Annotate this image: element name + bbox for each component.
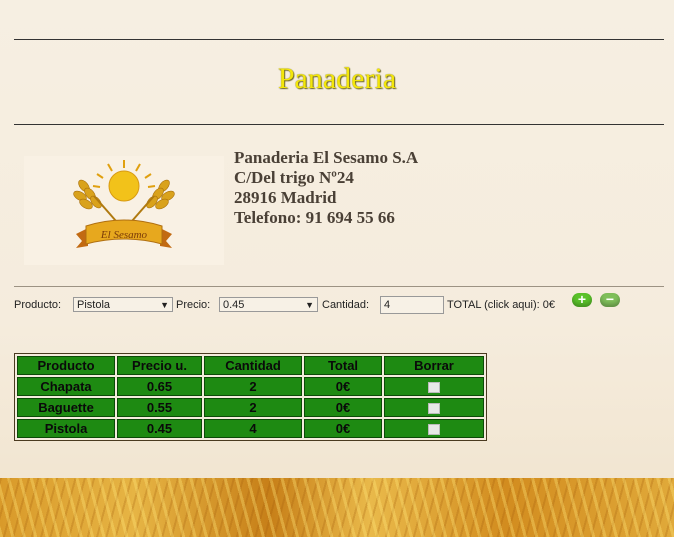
- cell-producto: Baguette: [17, 398, 115, 417]
- cell-precio: 0.55: [117, 398, 202, 417]
- column-header-cantidad: Cantidad: [204, 356, 302, 375]
- top-divider: [14, 39, 664, 40]
- chevron-down-icon: ▼: [305, 300, 314, 310]
- cell-total: 0€: [304, 377, 382, 396]
- cart-table: Producto Precio u. Cantidad Total Borrar…: [14, 353, 487, 441]
- column-header-total: Total: [304, 356, 382, 375]
- add-button[interactable]: +: [572, 291, 592, 307]
- precio-select-value: 0.45: [223, 299, 245, 311]
- company-phone: Telefono: 91 694 55 66: [234, 208, 395, 227]
- producto-select-value: Pistola: [77, 299, 111, 311]
- cell-borrar: [384, 419, 484, 438]
- plus-icon: +: [577, 291, 587, 307]
- total-click-label[interactable]: TOTAL (click aqui): 0€: [447, 299, 555, 311]
- company-info: Panaderia El Sesamo S.A C/Del trigo Nº24…: [234, 148, 418, 228]
- cantidad-label: Cantidad:: [322, 299, 370, 311]
- wheat-background-band: [0, 478, 674, 537]
- producto-select[interactable]: Pistola ▼: [73, 297, 173, 312]
- delete-checkbox[interactable]: [428, 424, 440, 436]
- precio-label: Precio:: [176, 299, 211, 311]
- producto-label: Producto:: [14, 299, 62, 311]
- cell-cantidad: 2: [204, 377, 302, 396]
- cell-borrar: [384, 377, 484, 396]
- delete-checkbox[interactable]: [428, 382, 440, 394]
- cell-producto: Chapata: [17, 377, 115, 396]
- cantidad-input[interactable]: 4: [380, 296, 444, 314]
- table-row: Baguette 0.55 2 0€: [17, 398, 484, 417]
- table-row: Pistola 0.45 4 0€: [17, 419, 484, 438]
- bakery-logo: El Sesamo: [24, 156, 224, 265]
- column-header-producto: Producto: [17, 356, 115, 375]
- cell-producto: Pistola: [17, 419, 115, 438]
- form-divider: [14, 286, 664, 287]
- delete-checkbox[interactable]: [428, 403, 440, 415]
- precio-select[interactable]: 0.45 ▼: [219, 297, 318, 312]
- minus-icon: −: [605, 291, 615, 307]
- remove-button[interactable]: −: [600, 291, 620, 307]
- company-city: 28916 Madrid: [234, 188, 337, 207]
- cell-precio: 0.65: [117, 377, 202, 396]
- chevron-down-icon: ▼: [160, 300, 169, 310]
- cell-cantidad: 4: [204, 419, 302, 438]
- cell-total: 0€: [304, 419, 382, 438]
- table-header-row: Producto Precio u. Cantidad Total Borrar: [17, 356, 484, 375]
- cell-borrar: [384, 398, 484, 417]
- page-title: Panaderia: [277, 62, 397, 95]
- table-row: Chapata 0.65 2 0€: [17, 377, 484, 396]
- cell-total: 0€: [304, 398, 382, 417]
- company-name: Panaderia El Sesamo S.A: [234, 148, 419, 167]
- logo-text: El Sesamo: [100, 229, 148, 241]
- cell-precio: 0.45: [117, 419, 202, 438]
- column-header-borrar: Borrar: [384, 356, 484, 375]
- header-divider: [14, 124, 664, 125]
- company-street: C/Del trigo Nº24: [234, 168, 354, 187]
- column-header-precio: Precio u.: [117, 356, 202, 375]
- cell-cantidad: 2: [204, 398, 302, 417]
